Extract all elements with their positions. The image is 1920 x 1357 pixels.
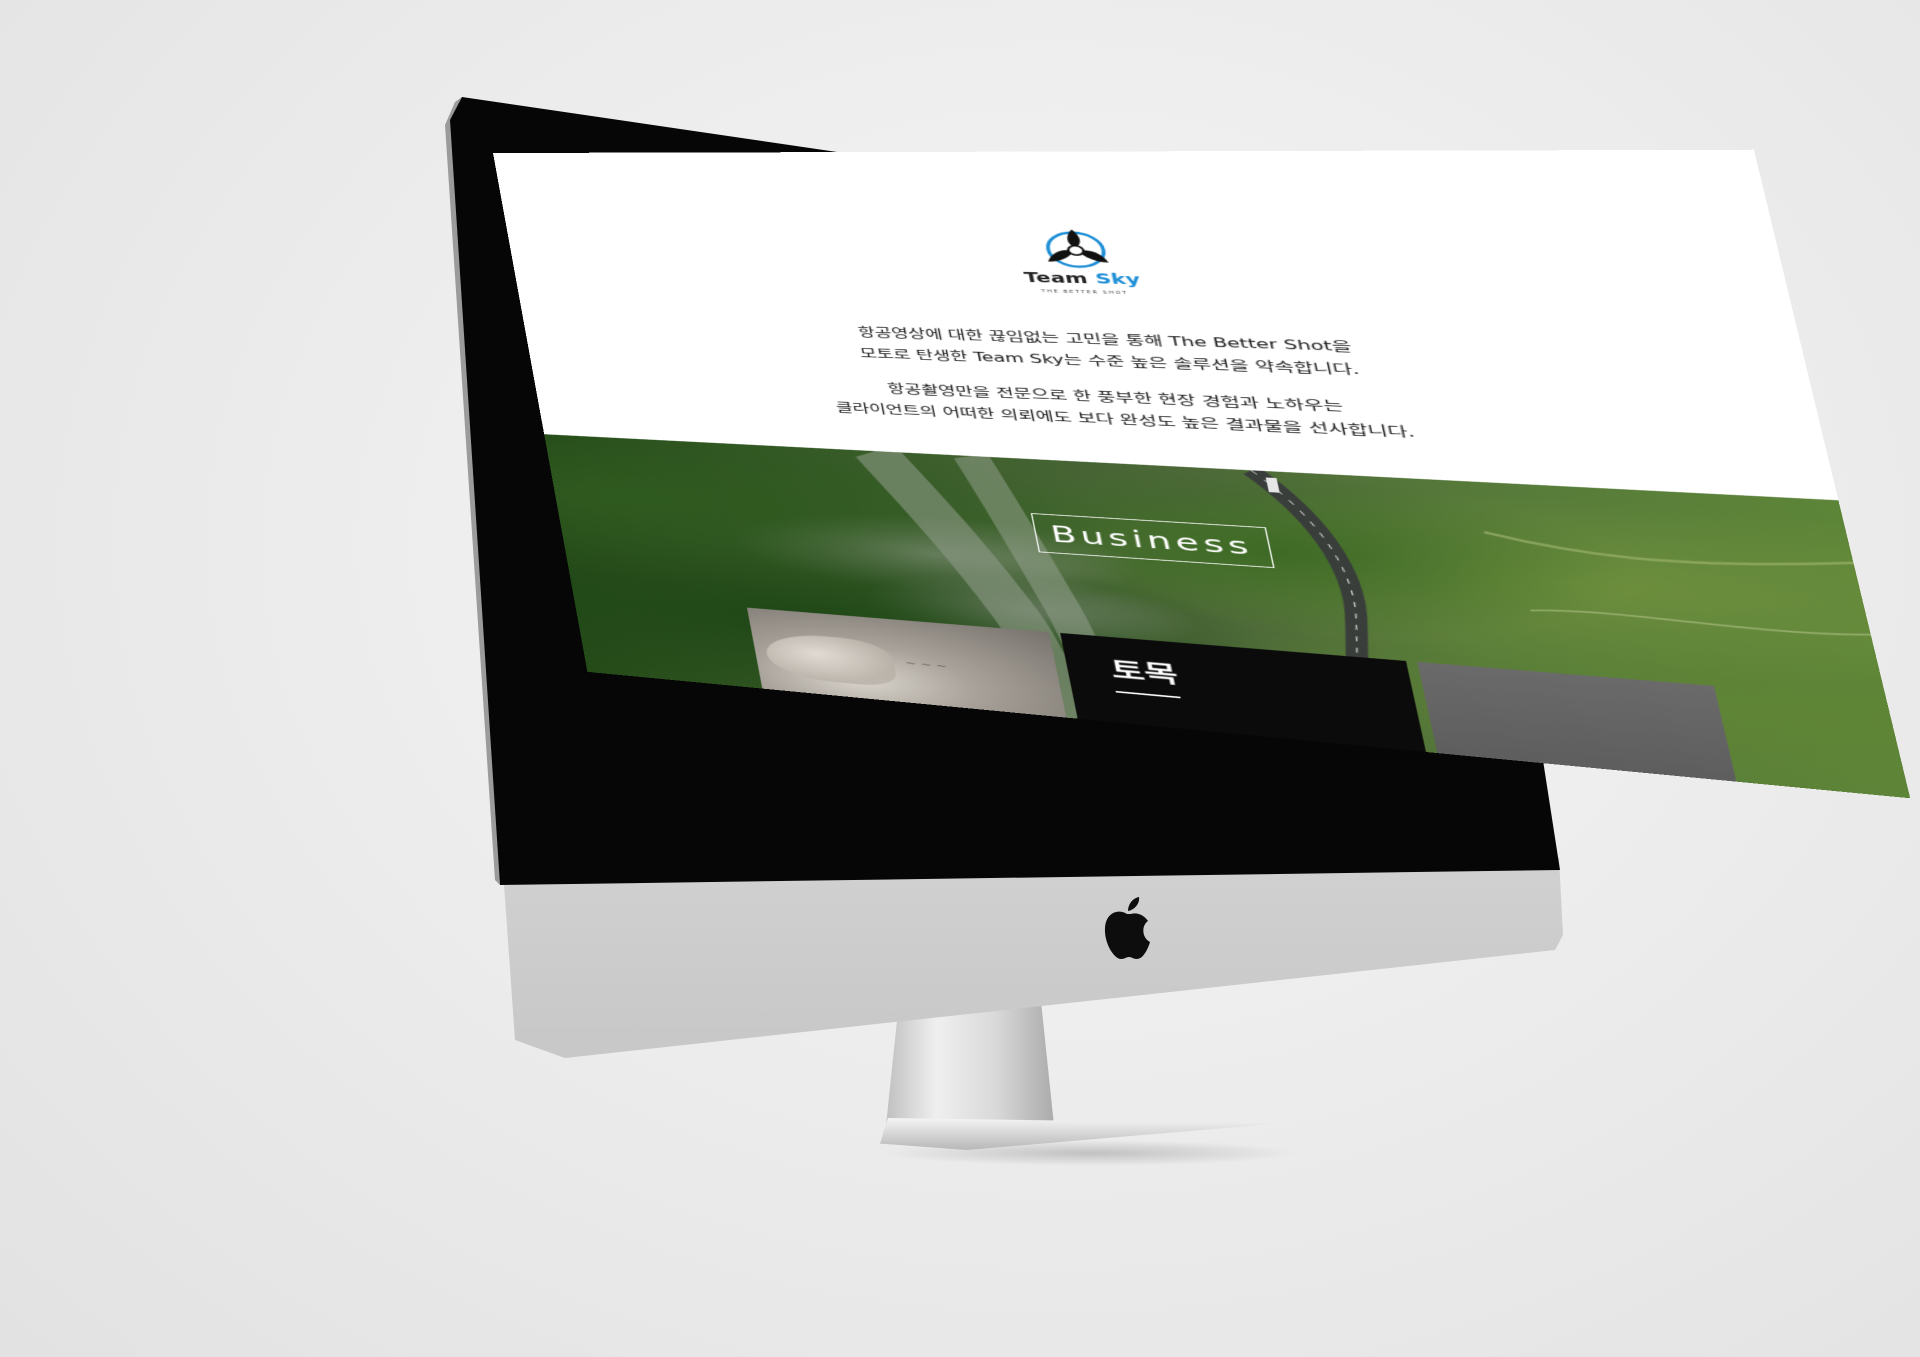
logo-wordmark: Team Sky bbox=[1018, 270, 1147, 288]
business-card-title: 토목 bbox=[1108, 656, 1181, 689]
drone-propeller-icon bbox=[1008, 224, 1143, 272]
logo-word-team: Team bbox=[1022, 270, 1090, 288]
apple-logo-icon bbox=[1104, 897, 1150, 959]
logo-word-sky: Sky bbox=[1093, 271, 1143, 289]
logo-tagline: THE BETTER SHOT bbox=[1041, 289, 1129, 296]
intro-paragraph-2: 항공촬영만을 전문으로 한 풍부한 현장 경험과 노하우는 클라이언트의 어떠한… bbox=[746, 373, 1522, 449]
card-title-underline bbox=[1115, 690, 1181, 699]
card-photo-handwriting: ~ ~ ~ bbox=[904, 658, 948, 672]
monitor-stand-neck bbox=[885, 1005, 1055, 1135]
team-sky-logo[interactable]: Team Sky THE BETTER SHOT bbox=[1008, 224, 1152, 312]
card-photo-hand bbox=[762, 630, 899, 688]
